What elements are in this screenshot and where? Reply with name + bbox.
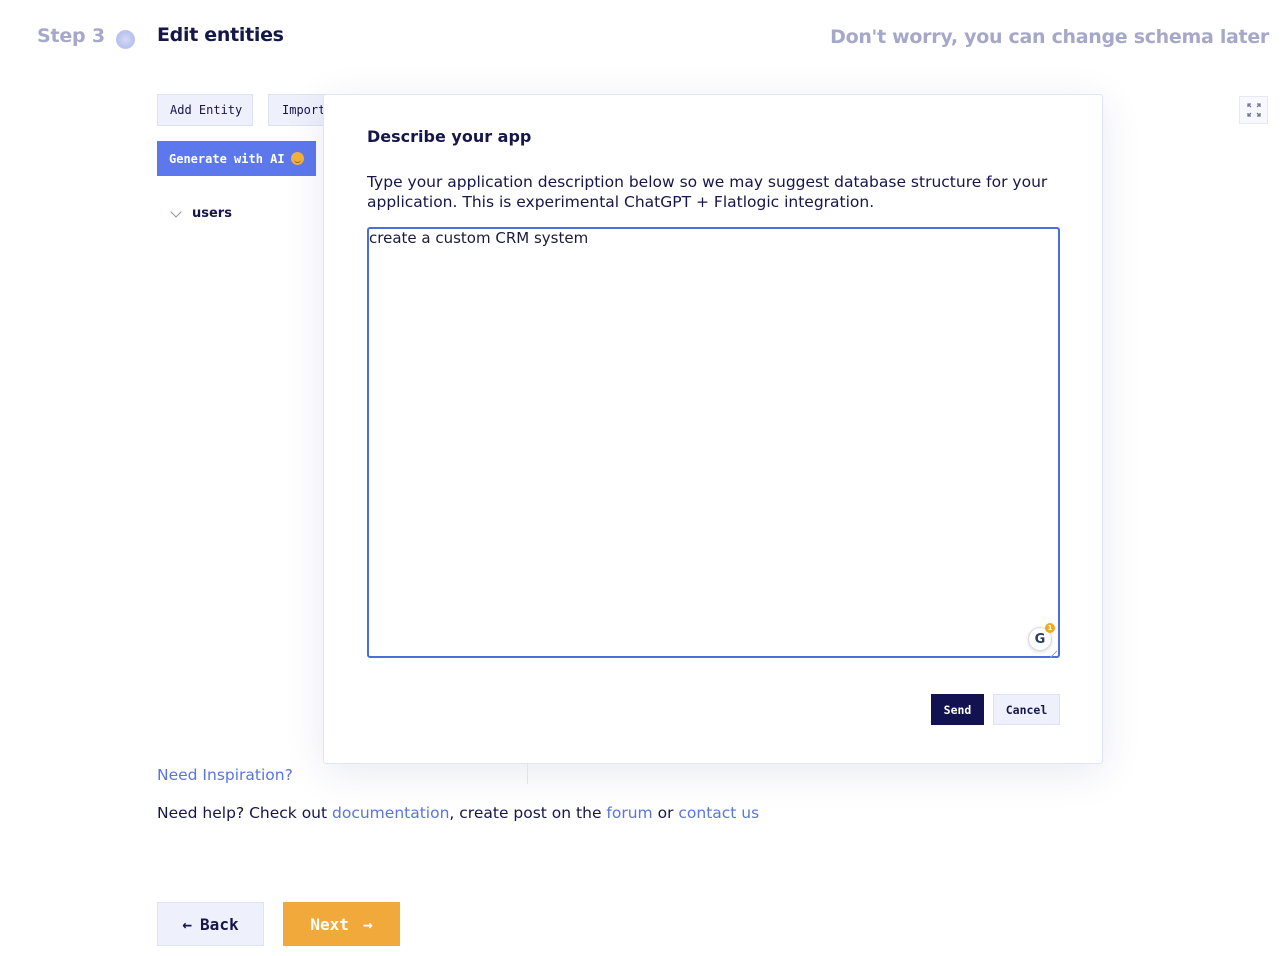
forum-link[interactable]: forum — [606, 804, 652, 822]
entity-item-users[interactable]: users — [170, 205, 232, 221]
app-description-value: create a custom CRM system — [369, 229, 589, 247]
need-inspiration-link[interactable]: Need Inspiration? — [157, 766, 293, 784]
divider — [527, 764, 528, 784]
help-middle: , create post on the — [449, 804, 607, 822]
next-button[interactable]: Next → — [283, 902, 400, 946]
step-label: Step 3 — [37, 25, 105, 47]
generate-with-ai-button[interactable]: Generate with AI — [157, 141, 316, 176]
back-button[interactable]: ← Back — [157, 902, 264, 946]
arrow-left-icon: ← — [182, 914, 193, 934]
grammarly-badge: 1 — [1045, 623, 1055, 633]
cancel-button[interactable]: Cancel — [993, 694, 1060, 725]
grammarly-g-glyph: G — [1034, 631, 1046, 647]
schema-hint: Don't worry, you can change schema later — [830, 26, 1269, 48]
expand-icon — [1246, 103, 1261, 117]
next-label: Next — [310, 914, 349, 934]
back-label: Back — [200, 914, 239, 934]
help-prefix: Need help? Check out — [157, 804, 333, 822]
contact-us-link[interactable]: contact us — [678, 804, 759, 822]
step-indicator-dot — [116, 30, 135, 49]
describe-app-modal: Describe your app Type your application … — [323, 94, 1103, 764]
smiley-emoji-icon — [290, 152, 304, 165]
send-button[interactable]: Send — [931, 694, 984, 725]
generate-with-ai-label: Generate with AI — [169, 151, 285, 166]
entity-name: users — [192, 206, 232, 221]
modal-description: Type your application description below … — [367, 173, 1048, 211]
modal-title: Describe your app — [367, 127, 532, 146]
fullscreen-toggle-button[interactable] — [1239, 96, 1268, 124]
add-entity-button[interactable]: Add Entity — [157, 94, 253, 126]
page-title: Edit entities — [157, 24, 284, 46]
help-text: Need help? Check out documentation, crea… — [157, 804, 759, 822]
documentation-link[interactable]: documentation — [332, 804, 449, 822]
app-description-textarea[interactable] — [367, 227, 1060, 658]
arrow-right-icon: → — [362, 914, 373, 934]
chevron-down-icon[interactable] — [170, 205, 182, 218]
help-or: or — [652, 804, 679, 822]
